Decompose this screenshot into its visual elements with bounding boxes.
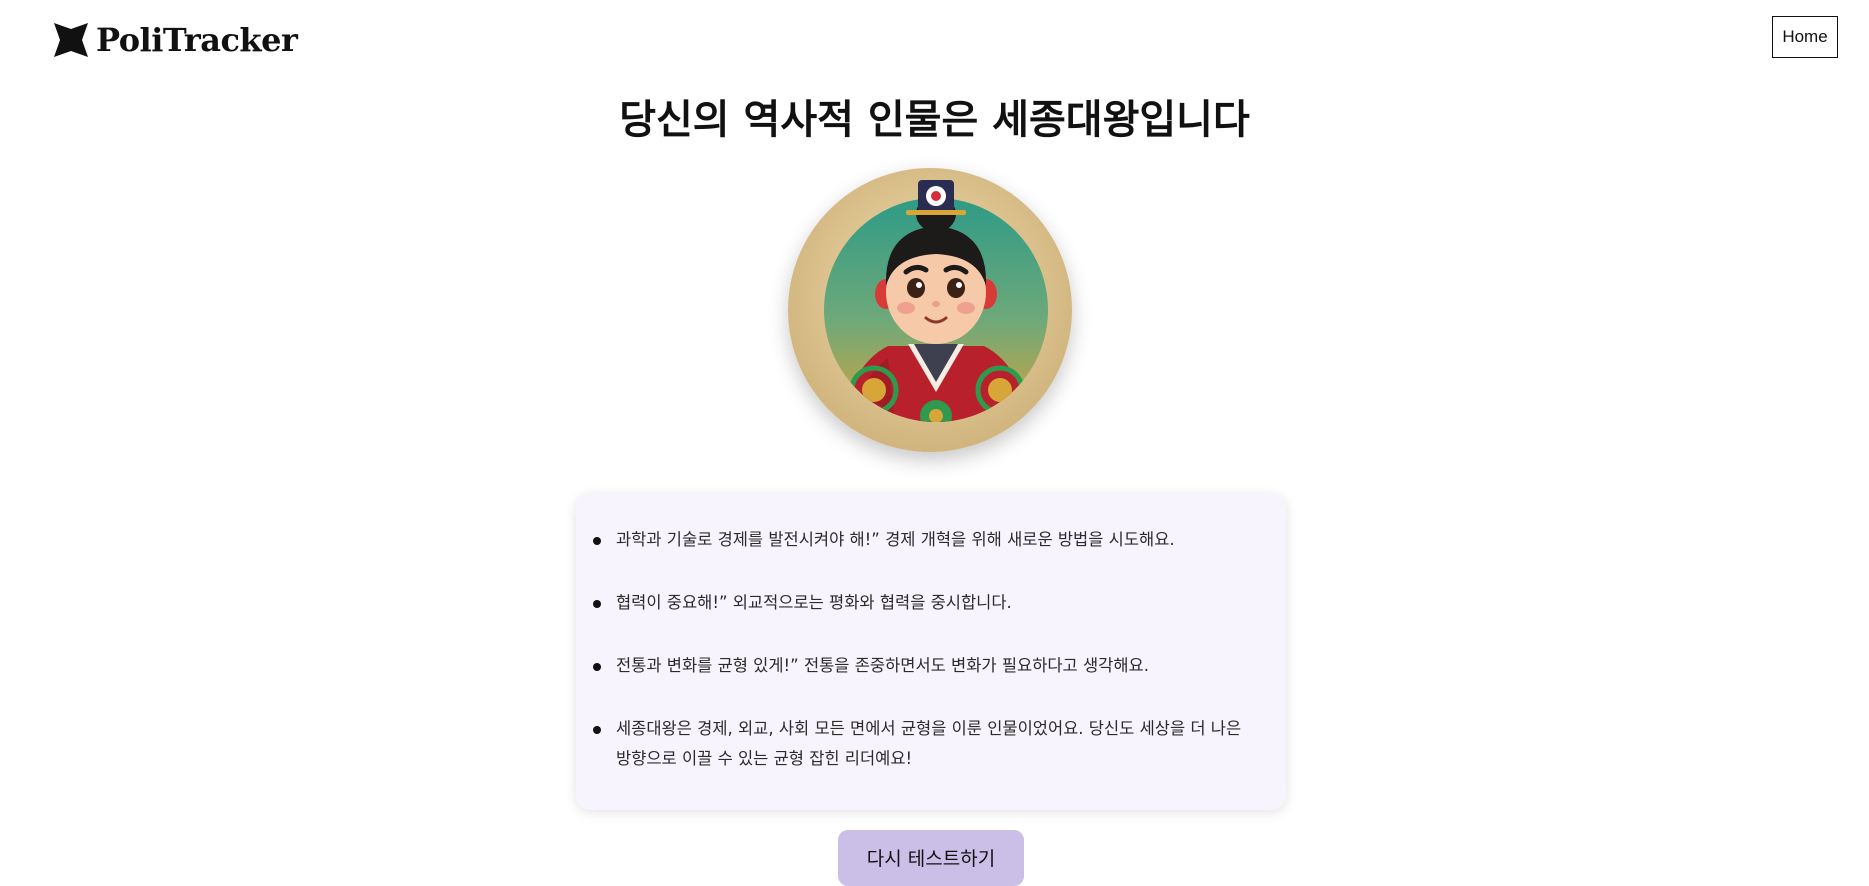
list-item: 전통과 변화를 균형 있게!” 전통을 존중하면서도 변화가 필요하다고 생각해… [593,651,1256,681]
avatar [788,168,1072,452]
bullet-icon [593,726,601,734]
list-item: 협력이 중요해!” 외교적으로는 평화와 협력을 중시합니다. [593,588,1256,618]
site-header: PoliTracker Home [0,0,1869,80]
trait-text: 협력이 중요해!” 외교적으로는 평화와 협력을 중시합니다. [616,593,1012,612]
page-title: 당신의 역사적 인물은 세종대왕입니다 [619,97,1250,143]
bullet-icon [593,537,601,545]
logo[interactable]: PoliTracker [52,20,298,60]
king-sejong-illustration [824,180,1048,422]
trait-card: 과학과 기술로 경제를 발전시켜야 해!” 경제 개혁을 위해 새로운 방법을 … [576,494,1286,810]
retry-test-button[interactable]: 다시 테스트하기 [838,830,1024,886]
list-item: 세종대왕은 경제, 외교, 사회 모든 면에서 균형을 이룬 인물이었어요. 당… [593,714,1256,774]
trait-text: 세종대왕은 경제, 외교, 사회 모든 면에서 균형을 이룬 인물이었어요. 당… [616,719,1242,768]
home-button[interactable]: Home [1772,16,1838,58]
trait-text: 과학과 기술로 경제를 발전시켜야 해!” 경제 개혁을 위해 새로운 방법을 … [616,530,1175,549]
bullet-icon [593,663,601,671]
logo-text: PoliTracker [96,21,298,59]
bullet-icon [593,600,601,608]
list-item: 과학과 기술로 경제를 발전시켜야 해!” 경제 개혁을 위해 새로운 방법을 … [593,525,1256,555]
trait-text: 전통과 변화를 균형 있게!” 전통을 존중하면서도 변화가 필요하다고 생각해… [616,656,1149,675]
star-badge-icon [54,23,88,57]
